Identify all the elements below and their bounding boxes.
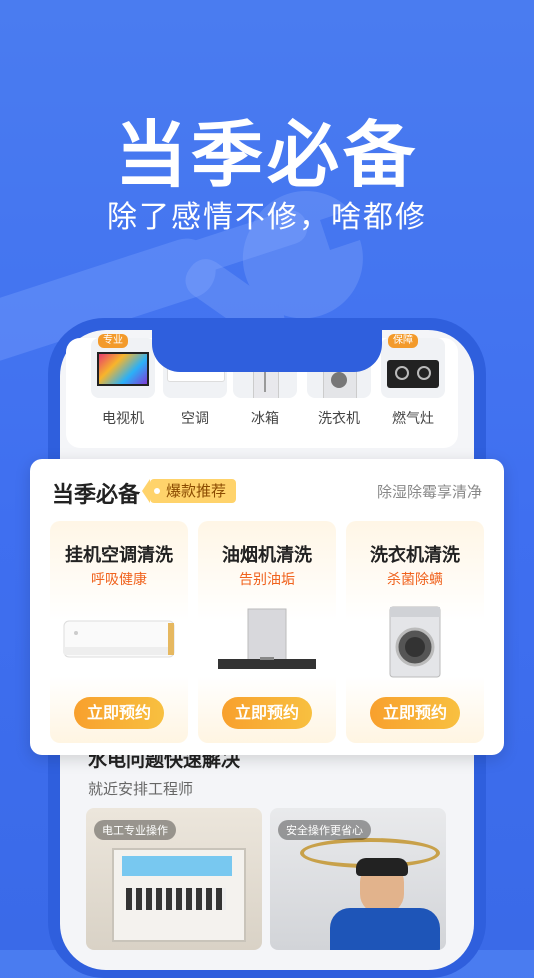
book-now-button[interactable]: 立即预约	[370, 697, 460, 729]
service-name: 油烟机清洗	[222, 545, 312, 566]
washer-icon	[389, 606, 441, 678]
worker-hair-image	[356, 858, 408, 876]
service-name: 挂机空调清洗	[65, 545, 173, 566]
hero-subtitle: 除了感情不修，啥都修	[107, 200, 427, 235]
phone-notch	[152, 318, 382, 372]
photo-caption: 电工专业操作	[94, 820, 176, 840]
service-desc: 呼吸健康	[91, 572, 147, 588]
service-card-washer[interactable]: 洗衣机清洗 杀菌除螨 立即预约	[346, 521, 484, 743]
breaker-cover-image	[122, 856, 232, 876]
repair-subtitle: 就近安排工程师	[88, 780, 194, 798]
book-now-button[interactable]: 立即预约	[222, 697, 312, 729]
category-gas-stove[interactable]: 燃气灶 保障	[380, 334, 446, 428]
air-conditioner-icon	[63, 620, 175, 658]
range-hood-icon	[218, 608, 316, 669]
service-name: 洗衣机清洗	[370, 545, 460, 566]
category-label: 燃气灶	[392, 411, 434, 427]
photo-technician[interactable]: 安全操作更省心	[270, 808, 446, 950]
photo-electrician[interactable]: 电工专业操作	[86, 808, 262, 950]
season-title: 当季必备	[52, 483, 141, 508]
category-label: 冰箱	[251, 411, 279, 427]
category-label: 洗衣机	[318, 411, 360, 427]
breaker-switches-image	[126, 888, 226, 910]
service-card-ac[interactable]: 挂机空调清洗 呼吸健康 立即预约	[50, 521, 188, 743]
service-card-range-hood[interactable]: 油烟机清洗 告别油垢 立即预约	[198, 521, 336, 743]
worker-uniform-image	[330, 908, 440, 950]
service-desc: 杀菌除螨	[387, 572, 443, 588]
category-label: 电视机	[102, 411, 144, 427]
hero-title: 当季必备	[114, 113, 419, 197]
category-tv[interactable]: 电视机 专业	[90, 334, 156, 428]
service-desc: 告别油垢	[239, 572, 295, 588]
season-promo[interactable]: 除湿除霉享清净	[377, 481, 482, 502]
season-card: 当季必备 爆款推荐 除湿除霉享清净 挂机空调清洗 呼吸健康 立即预约 油烟机清洗…	[30, 459, 504, 755]
book-now-button[interactable]: 立即预约	[74, 697, 164, 729]
hot-badge: 爆款推荐	[141, 479, 237, 503]
photo-caption: 安全操作更省心	[278, 820, 371, 840]
category-label: 空调	[181, 411, 209, 427]
category-tag: 专业	[98, 334, 128, 348]
category-tag: 保障	[388, 334, 418, 348]
